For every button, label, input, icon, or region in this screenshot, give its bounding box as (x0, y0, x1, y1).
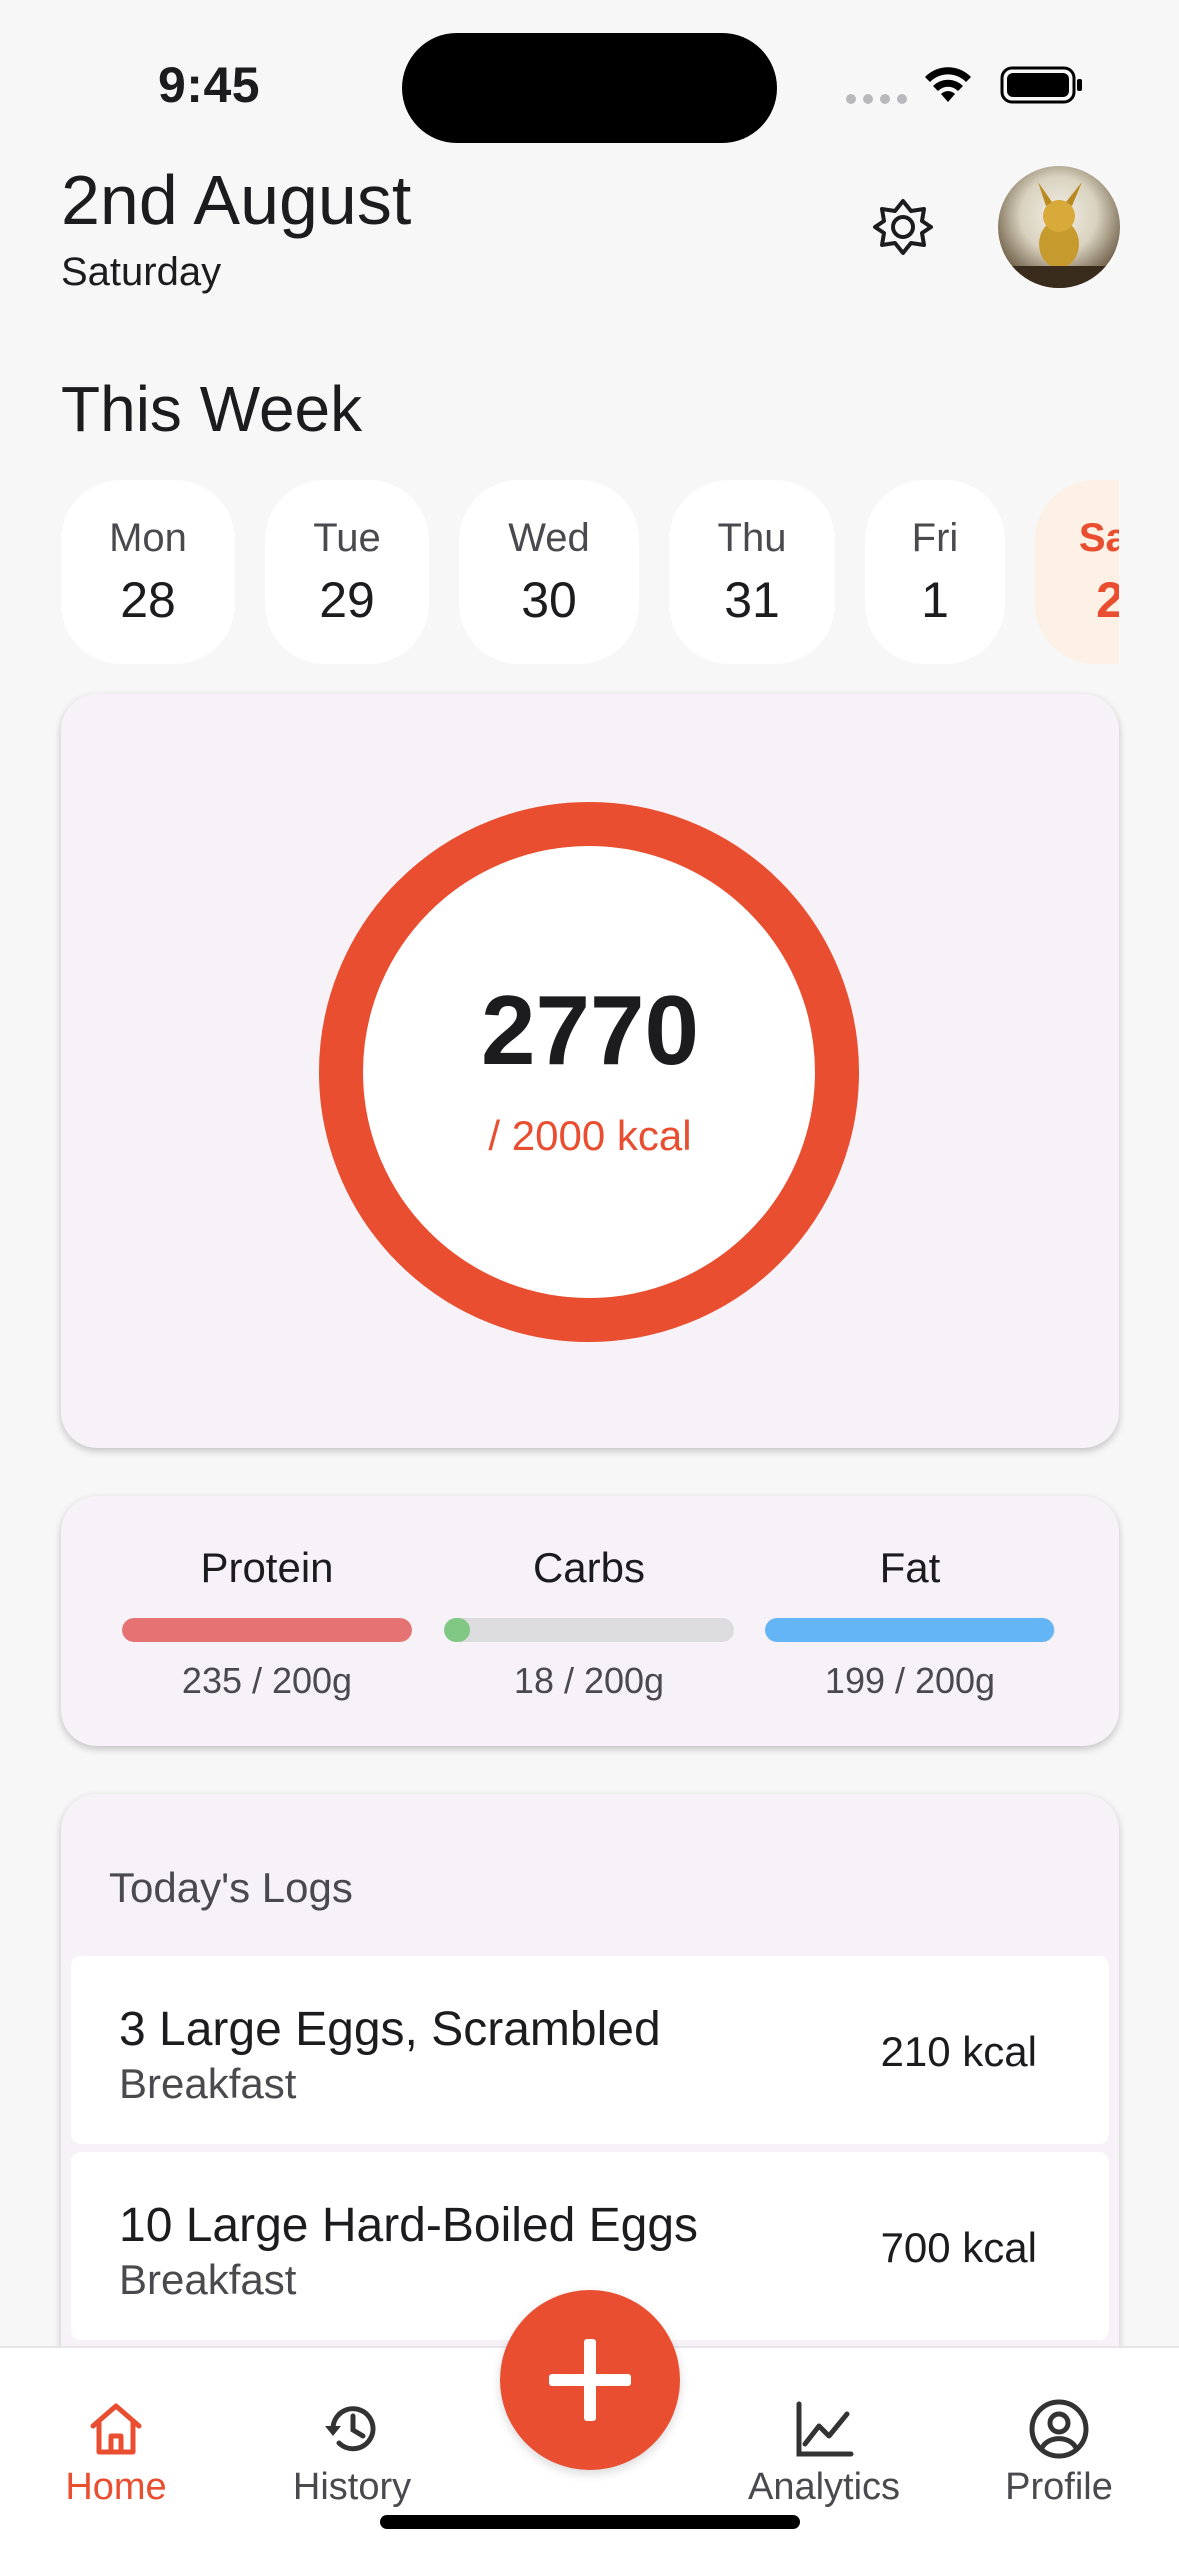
week-day-selector: Mon 28 Tue 29 Wed 30 Thu 31 Fri 1 Sat 2 (61, 480, 1119, 664)
day-name: Fri (911, 515, 959, 560)
macros-card: Protein 235 / 200g Carbs 18 / 200g Fat 1… (61, 1496, 1119, 1746)
weekday-subtitle: Saturday (61, 250, 222, 294)
status-time: 9:45 (158, 57, 261, 113)
log-meal-type: Breakfast (119, 2256, 297, 2303)
day-pill-selected[interactable]: Sat 2 (1035, 480, 1119, 664)
add-log-button[interactable] (500, 2290, 680, 2470)
macro-carbs: Carbs 18 / 200g (444, 1544, 734, 1702)
calories-consumed: 2770 (480, 975, 699, 1085)
day-pill[interactable]: Mon 28 (61, 480, 235, 664)
day-pill[interactable]: Wed 30 (459, 480, 639, 664)
macro-progress-bar (122, 1618, 412, 1642)
macro-label: Protein (200, 1544, 334, 1591)
tab-label: History (292, 2466, 412, 2508)
day-number: 1 (921, 571, 949, 628)
analytics-icon (796, 2401, 854, 2457)
day-number: 29 (319, 571, 375, 628)
log-calories: 700 kcal (880, 2224, 1037, 2271)
macro-label: Fat (879, 1544, 941, 1591)
day-name: Sat (1078, 515, 1119, 560)
macro-progress-fill (444, 1618, 471, 1642)
history-icon (325, 2406, 376, 2452)
day-number: 28 (120, 571, 176, 628)
log-food-name: 3 Large Eggs, Scrambled (119, 2003, 661, 2056)
macro-protein: Protein 235 / 200g (122, 1544, 412, 1702)
day-name: Tue (313, 515, 381, 560)
day-pill[interactable]: Fri 1 (865, 480, 1005, 664)
home-screen: 9:45 2nd August Saturday This Week Mon 2… (0, 0, 1179, 2556)
log-food-name: 10 Large Hard-Boiled Eggs (119, 2199, 699, 2252)
tab-label: Profile (1005, 2466, 1113, 2508)
day-pill[interactable]: Thu 31 (669, 480, 835, 664)
tab-history[interactable]: History (252, 2398, 452, 2509)
day-number: 31 (724, 571, 780, 628)
calories-goal: / 2000 kcal (488, 1112, 692, 1159)
day-number: 30 (521, 571, 577, 628)
day-number: 2 (1096, 571, 1119, 628)
cellular-signal-icon (846, 94, 907, 104)
theme-toggle-button[interactable] (868, 192, 938, 262)
tab-home[interactable]: Home (16, 2398, 216, 2509)
plus-icon (549, 2339, 631, 2421)
wifi-icon (925, 67, 971, 102)
logs-title: Today's Logs (109, 1864, 353, 1911)
log-calories: 210 kcal (880, 2028, 1037, 2075)
avatar-photo (998, 182, 1120, 288)
battery-icon (1000, 66, 1082, 104)
day-name: Wed (508, 515, 590, 560)
tab-profile[interactable]: Profile (959, 2398, 1159, 2509)
tab-label: Home (65, 2466, 167, 2508)
list-item[interactable]: 3 Large Eggs, Scrambled Breakfast 210 kc… (71, 1956, 1109, 2144)
section-title-week: This Week (61, 373, 363, 445)
day-name: Thu (717, 515, 787, 560)
brightness-icon (873, 199, 933, 255)
home-indicator (380, 2515, 800, 2529)
tab-analytics[interactable]: Analytics (724, 2398, 924, 2509)
macro-fat: Fat 199 / 200g (765, 1544, 1055, 1702)
macro-progress-fill (765, 1618, 1054, 1642)
macro-value: 18 / 200g (513, 1660, 665, 1701)
avatar[interactable] (998, 166, 1120, 288)
day-name: Mon (109, 515, 187, 560)
log-meal-type: Breakfast (119, 2060, 297, 2107)
day-pill[interactable]: Tue 29 (265, 480, 429, 664)
page-title-date: 2nd August (61, 161, 412, 239)
macro-progress-bar (444, 1618, 734, 1642)
macro-value: 199 / 200g (824, 1660, 996, 1701)
dynamic-island (402, 33, 777, 143)
tab-label: Analytics (747, 2466, 901, 2508)
macro-progress-bar (765, 1618, 1055, 1642)
macro-label: Carbs (532, 1544, 646, 1591)
calorie-summary-card: 2770 / 2000 kcal (61, 694, 1119, 1448)
macro-value: 235 / 200g (181, 1660, 353, 1701)
profile-icon (1029, 2399, 1089, 2459)
macro-progress-fill (122, 1618, 412, 1642)
home-icon (90, 2403, 142, 2455)
